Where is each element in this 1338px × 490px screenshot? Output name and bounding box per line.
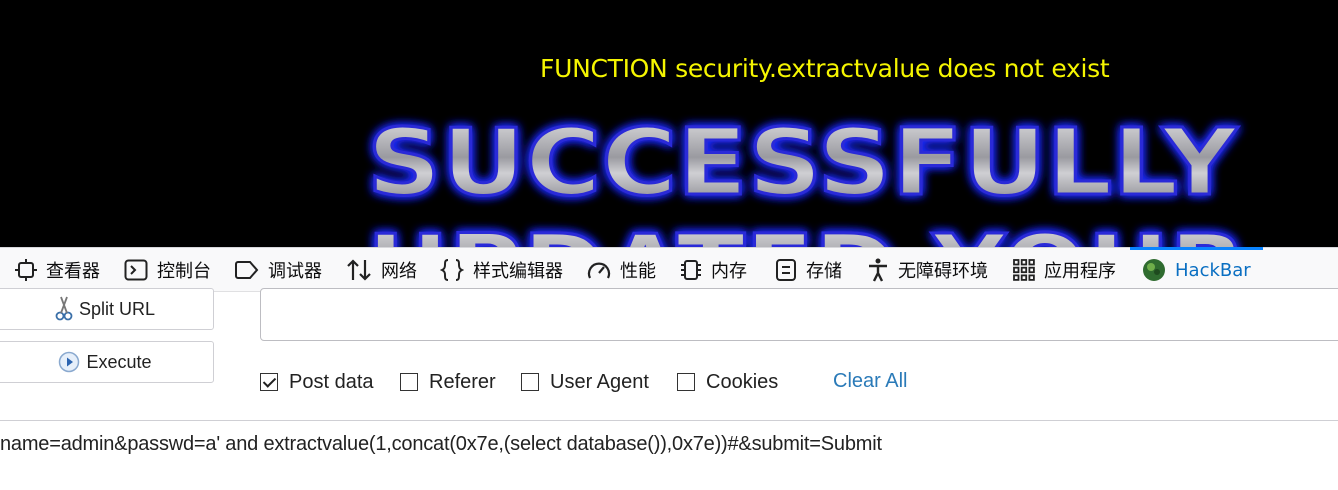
- tab-network[interactable]: 网络: [346, 248, 417, 292]
- checkbox-checked[interactable]: [260, 373, 278, 391]
- option-label: Post data: [289, 370, 374, 393]
- execute-button[interactable]: Execute: [0, 341, 214, 383]
- tab-label: 网络: [381, 261, 417, 282]
- scissors-icon: [55, 296, 73, 321]
- tab-application[interactable]: 应用程序: [1013, 248, 1116, 292]
- tab-label: 无障碍环境: [898, 261, 988, 282]
- referer-checkbox[interactable]: Referer: [400, 371, 496, 393]
- option-label: Referer: [429, 370, 496, 393]
- gauge-icon: [587, 262, 611, 279]
- network-arrows-icon: [347, 259, 371, 281]
- checkbox[interactable]: [521, 373, 539, 391]
- tab-label: 存储: [806, 261, 842, 282]
- hackbar-icon: [1143, 259, 1165, 281]
- error-message: FUNCTION security.extractvalue does not …: [540, 54, 1110, 83]
- tab-debugger[interactable]: 调试器: [235, 248, 322, 292]
- tab-style-editor[interactable]: 样式编辑器: [440, 248, 563, 292]
- tab-label: 内存: [711, 261, 747, 282]
- user-agent-checkbox[interactable]: User Agent: [521, 371, 649, 393]
- play-icon: [59, 351, 80, 373]
- tab-label: 样式编辑器: [473, 261, 563, 282]
- tab-label: HackBar: [1175, 259, 1251, 281]
- option-label: Cookies: [706, 370, 779, 393]
- tab-label: 控制台: [157, 261, 211, 282]
- braces-icon: [440, 259, 464, 281]
- url-input[interactable]: [260, 288, 1338, 341]
- option-label: User Agent: [550, 370, 649, 393]
- checkbox[interactable]: [677, 373, 695, 391]
- split-url-button[interactable]: Split URL: [0, 288, 214, 330]
- accessibility-icon: [869, 258, 887, 282]
- debugger-icon: [235, 261, 259, 279]
- tab-performance[interactable]: 性能: [587, 248, 656, 292]
- tab-label: 查看器: [46, 261, 100, 282]
- tab-accessibility[interactable]: 无障碍环境: [867, 248, 988, 292]
- tab-memory[interactable]: 内存: [680, 248, 747, 292]
- tab-hackbar[interactable]: HackBar: [1130, 247, 1263, 292]
- execute-label: Execute: [86, 351, 152, 372]
- tab-label: 性能: [620, 261, 656, 282]
- storage-icon: [776, 259, 796, 281]
- page-viewport: FUNCTION security.extractvalue does not …: [0, 0, 1338, 247]
- checkbox[interactable]: [400, 373, 418, 391]
- cookies-checkbox[interactable]: Cookies: [677, 371, 778, 393]
- banner-line2: UPDATED YOUR: [367, 215, 1247, 247]
- devtools-toolbar: 查看器 控制台 调试器 网络 样式编辑器 性能 内存 存储 无障碍环境 应用程序…: [0, 247, 1338, 292]
- console-icon: [124, 259, 148, 281]
- tab-inspector[interactable]: 查看器: [15, 248, 100, 292]
- success-banner: SUCCESSFULLY UPDATED YOUR: [366, 108, 1249, 248]
- tab-label: 应用程序: [1044, 261, 1116, 282]
- post-data-checkbox[interactable]: Post data: [260, 371, 374, 393]
- tab-label: 调试器: [268, 261, 322, 282]
- clear-all-link[interactable]: Clear All: [833, 370, 907, 393]
- inspector-icon: [15, 259, 37, 281]
- split-url-label: Split URL: [78, 298, 156, 319]
- tab-storage[interactable]: 存储: [775, 248, 842, 292]
- post-data-value: name=admin&passwd=a' and extractvalue(1,…: [0, 433, 882, 455]
- app-grid-icon: [1013, 259, 1035, 281]
- chip-icon: [681, 260, 701, 280]
- hackbar-panel: Split URL Execute Post data Referer User…: [0, 288, 1338, 490]
- tab-console[interactable]: 控制台: [124, 248, 211, 292]
- banner-line1: SUCCESSFULLY: [367, 109, 1239, 216]
